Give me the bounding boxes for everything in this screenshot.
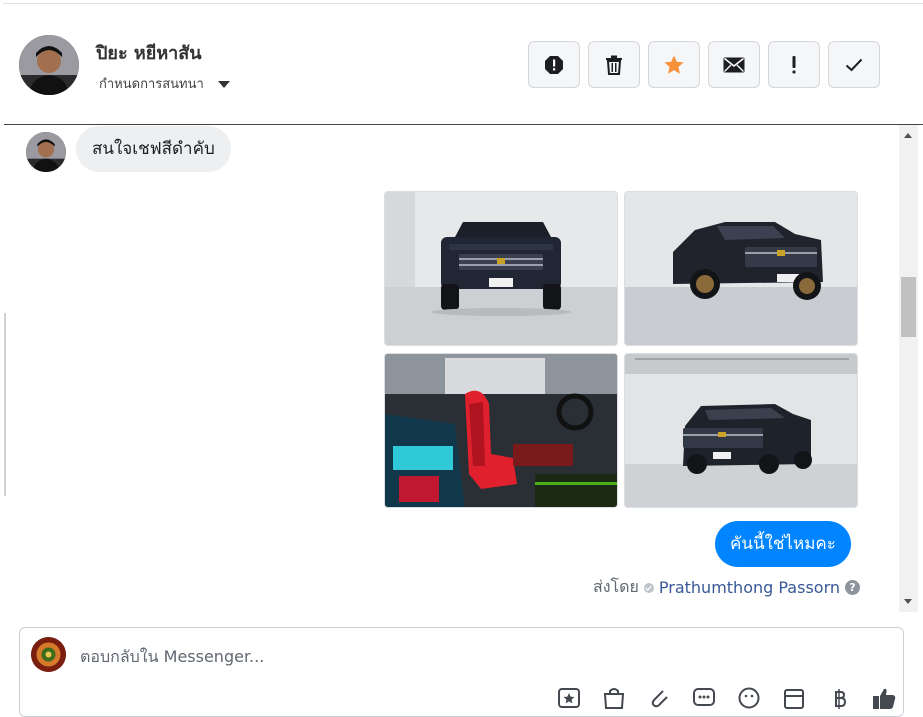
- verified-check-icon: [643, 582, 654, 593]
- like-button[interactable]: [861, 685, 906, 711]
- truck-front-photo[interactable]: [384, 191, 618, 346]
- sent-by-label: ส่งโดย: [592, 577, 639, 596]
- spam-button[interactable]: [528, 41, 580, 88]
- messenger-inbox-window: ปิยะ หยีหาสัน กำหนดการสนทนา สนใจเชฟสีดำค…: [0, 0, 923, 717]
- star-icon: [664, 54, 684, 74]
- caret-down-icon: [217, 80, 230, 88]
- smiley-icon: [738, 687, 759, 709]
- truck-three-quarter-photo[interactable]: [624, 191, 858, 346]
- sender-name-link[interactable]: Prathumthong Passorn: [659, 578, 840, 597]
- assign-label: กำหนดการสนทนา: [99, 77, 204, 92]
- quick-reply-button[interactable]: [681, 685, 726, 711]
- scroll-down-arrow-icon[interactable]: [904, 599, 912, 604]
- flag-button[interactable]: [768, 41, 820, 88]
- chat-bubble-dots-icon: [692, 688, 715, 706]
- truck-interior-photo[interactable]: [384, 353, 618, 508]
- photo-attachment-grid: [384, 191, 859, 508]
- page-avatar: [31, 637, 66, 672]
- alert-octagon-icon: [545, 55, 563, 74]
- attach-button[interactable]: [636, 685, 681, 711]
- outgoing-message-bubble[interactable]: คันนี้ใช่ไหมคะ: [715, 521, 851, 567]
- appointment-button[interactable]: [771, 685, 816, 711]
- baht-currency-icon: [834, 689, 846, 709]
- saved-reply-button[interactable]: [546, 685, 591, 711]
- header-actions: [528, 41, 880, 88]
- payment-button[interactable]: [816, 685, 861, 711]
- shopping-bag-icon: [603, 688, 624, 709]
- mark-done-button[interactable]: [828, 41, 880, 88]
- panel-divider: [4, 313, 6, 496]
- star-button[interactable]: [648, 41, 700, 88]
- shop-button[interactable]: [591, 685, 636, 711]
- assign-conversation-dropdown[interactable]: กำหนดการสนทนา: [99, 73, 230, 94]
- paperclip-icon: [651, 690, 668, 708]
- sender-avatar[interactable]: [26, 132, 66, 172]
- trash-icon: [606, 55, 622, 75]
- incoming-message-bubble[interactable]: สนใจเชฟสีดำคับ: [76, 126, 231, 172]
- reply-input[interactable]: [80, 644, 780, 668]
- delete-button[interactable]: [588, 41, 640, 88]
- mark-unread-button[interactable]: [708, 41, 760, 88]
- conversation-header: ปิยะ หยีหาสัน กำหนดการสนทนา: [4, 4, 923, 125]
- thread-scrollbar[interactable]: [899, 125, 918, 612]
- scroll-up-arrow-icon[interactable]: [904, 133, 912, 138]
- help-icon[interactable]: ?: [845, 580, 860, 595]
- calendar-icon: [783, 689, 804, 709]
- emoji-button[interactable]: [726, 685, 771, 711]
- checkmark-icon: [845, 58, 863, 71]
- message-thread: สนใจเชฟสีดำคับ คันนี้ใช่ไหมคะ ส่งโดย Pra…: [4, 125, 899, 612]
- sent-by-info: ส่งโดย Prathumthong Passorn ?: [593, 575, 860, 600]
- thumbs-up-icon: [872, 688, 895, 709]
- exclamation-icon: [792, 55, 796, 73]
- reply-composer: [19, 627, 904, 717]
- contact-avatar[interactable]: [19, 35, 79, 95]
- composer-toolbar: [546, 685, 906, 711]
- envelope-icon: [723, 57, 745, 72]
- contact-name[interactable]: ปิยะ หยีหาสัน: [96, 38, 202, 67]
- saved-reply-icon: [557, 688, 580, 708]
- truck-garage-photo[interactable]: [624, 353, 858, 508]
- scrollbar-thumb[interactable]: [901, 277, 916, 337]
